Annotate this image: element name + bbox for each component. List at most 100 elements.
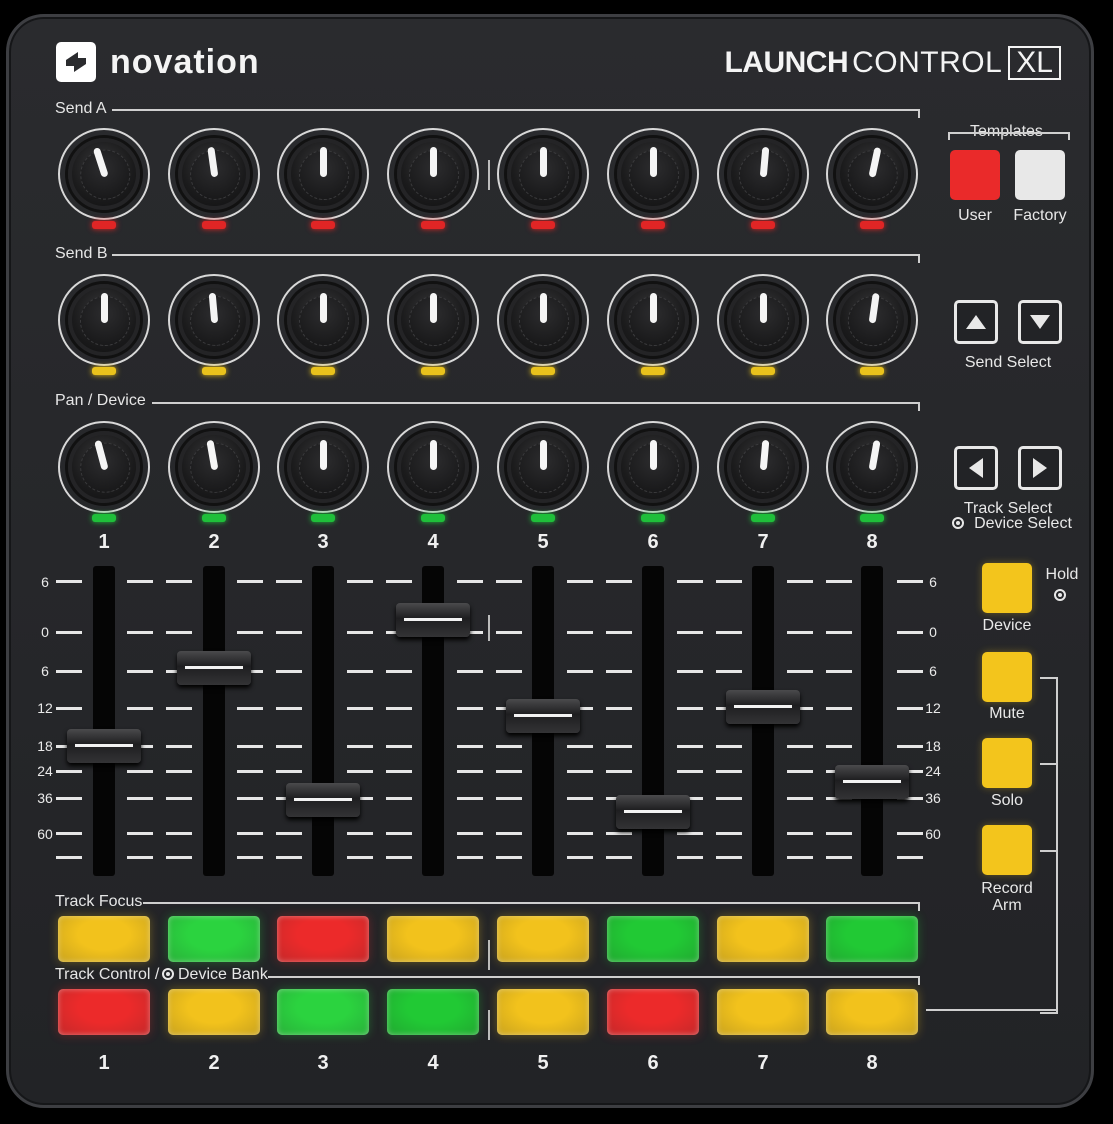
knob-send-a-4[interactable] xyxy=(383,124,483,224)
knob-body xyxy=(397,284,469,356)
track-control-pad-8[interactable] xyxy=(826,989,918,1035)
fader-scale-tick xyxy=(716,580,742,583)
brand-name: novation xyxy=(110,42,260,81)
record-arm-button[interactable] xyxy=(982,825,1032,875)
fader-5[interactable] xyxy=(506,699,580,733)
fader-scale-tick xyxy=(677,856,703,859)
device-button[interactable] xyxy=(982,563,1032,613)
knob-pan-device-2[interactable] xyxy=(164,417,264,517)
track-control-pad-7[interactable] xyxy=(717,989,809,1035)
knob-send-b-5[interactable] xyxy=(493,270,593,370)
knob-send-b-2[interactable] xyxy=(164,270,264,370)
knob-pointer-icon xyxy=(759,146,770,178)
track-control-pad-4[interactable] xyxy=(387,989,479,1035)
section-label-device-bank: Device Bank xyxy=(178,966,268,983)
solo-button[interactable] xyxy=(982,738,1032,788)
device-select-indicator-icon xyxy=(952,517,964,529)
track-control-pad-6[interactable] xyxy=(607,989,699,1035)
fader-scale-tick xyxy=(276,832,302,835)
factory-template-button[interactable] xyxy=(1015,150,1065,200)
knob-send-a-5[interactable] xyxy=(493,124,593,224)
fader-scale-tick xyxy=(677,670,703,673)
track-focus-pad-4[interactable] xyxy=(387,916,479,962)
knob-send-a-6[interactable] xyxy=(603,124,703,224)
fader-scale-tick xyxy=(237,631,263,634)
knob-pan-device-6[interactable] xyxy=(603,417,703,517)
fader-scale-label: 36 xyxy=(37,790,53,806)
knob-pointer-icon xyxy=(320,440,327,470)
fader-scale-tick xyxy=(386,770,412,773)
knob-pan-device-5[interactable] xyxy=(493,417,593,517)
fader-scale-tick xyxy=(826,707,852,710)
fader-1[interactable] xyxy=(67,729,141,763)
track-left-button[interactable] xyxy=(954,446,998,490)
fader-scale-tick xyxy=(897,856,923,859)
fader-scale-tick xyxy=(347,707,373,710)
fader-scale-tick xyxy=(127,797,153,800)
knob-send-a-8[interactable] xyxy=(822,124,922,224)
knob-pan-device-4[interactable] xyxy=(383,417,483,517)
track-focus-pad-5[interactable] xyxy=(497,916,589,962)
knob-pointer-icon xyxy=(94,439,109,471)
hold-label: Hold xyxy=(1045,566,1079,583)
track-control-pad-2[interactable] xyxy=(168,989,260,1035)
knob-send-b-6[interactable] xyxy=(603,270,703,370)
fader-8[interactable] xyxy=(835,765,909,799)
user-template-button[interactable] xyxy=(950,150,1000,200)
knob-led xyxy=(641,367,665,375)
knob-send-a-1[interactable] xyxy=(54,124,154,224)
mode-bracket xyxy=(1040,677,1058,1014)
fader-scale-tick xyxy=(567,856,593,859)
knob-send-b-7[interactable] xyxy=(713,270,813,370)
track-control-pad-5[interactable] xyxy=(497,989,589,1035)
knob-send-b-1[interactable] xyxy=(54,270,154,370)
knob-send-a-2[interactable] xyxy=(164,124,264,224)
fader-scale-tick xyxy=(606,707,632,710)
knob-send-b-4[interactable] xyxy=(383,270,483,370)
fader-scale-tick xyxy=(347,745,373,748)
device-bank-indicator-icon xyxy=(162,968,174,980)
fader-scale-tick xyxy=(347,580,373,583)
fader-scale-tick xyxy=(567,797,593,800)
track-focus-pad-7[interactable] xyxy=(717,916,809,962)
knob-pan-device-7[interactable] xyxy=(713,417,813,517)
fader-scale-tick xyxy=(347,832,373,835)
knob-send-b-3[interactable] xyxy=(273,270,373,370)
track-focus-pad-3[interactable] xyxy=(277,916,369,962)
fader-7[interactable] xyxy=(726,690,800,724)
track-right-button[interactable] xyxy=(1018,446,1062,490)
knob-pointer-icon xyxy=(650,293,657,323)
channel-number: 2 xyxy=(208,1052,220,1074)
track-focus-pad-8[interactable] xyxy=(826,916,918,962)
send-down-button[interactable] xyxy=(1018,300,1062,344)
knob-pan-device-1[interactable] xyxy=(54,417,154,517)
knob-pan-device-3[interactable] xyxy=(273,417,373,517)
fader-track-6 xyxy=(642,566,664,876)
fader-scale-tick xyxy=(457,770,483,773)
factory-label: Factory xyxy=(1013,207,1067,224)
knob-body xyxy=(397,138,469,210)
track-focus-pad-6[interactable] xyxy=(607,916,699,962)
section-divider xyxy=(112,109,920,118)
track-focus-pad-2[interactable] xyxy=(168,916,260,962)
fader-3[interactable] xyxy=(286,783,360,817)
knob-led xyxy=(751,514,775,522)
track-control-pad-1[interactable] xyxy=(58,989,150,1035)
fader-4[interactable] xyxy=(396,603,470,637)
knob-send-a-3[interactable] xyxy=(273,124,373,224)
fader-2[interactable] xyxy=(177,651,251,685)
fader-scale-tick xyxy=(166,745,192,748)
track-control-pad-3[interactable] xyxy=(277,989,369,1035)
fader-6[interactable] xyxy=(616,795,690,829)
fader-scale-tick xyxy=(386,832,412,835)
knob-pan-device-8[interactable] xyxy=(822,417,922,517)
knob-send-a-7[interactable] xyxy=(713,124,813,224)
knob-pointer-icon xyxy=(430,147,437,177)
knob-send-b-8[interactable] xyxy=(822,270,922,370)
send-up-button[interactable] xyxy=(954,300,998,344)
track-focus-pad-1[interactable] xyxy=(58,916,150,962)
knob-body xyxy=(287,431,359,503)
arrow-left-icon xyxy=(969,458,983,478)
mute-button[interactable] xyxy=(982,652,1032,702)
knob-body xyxy=(287,284,359,356)
